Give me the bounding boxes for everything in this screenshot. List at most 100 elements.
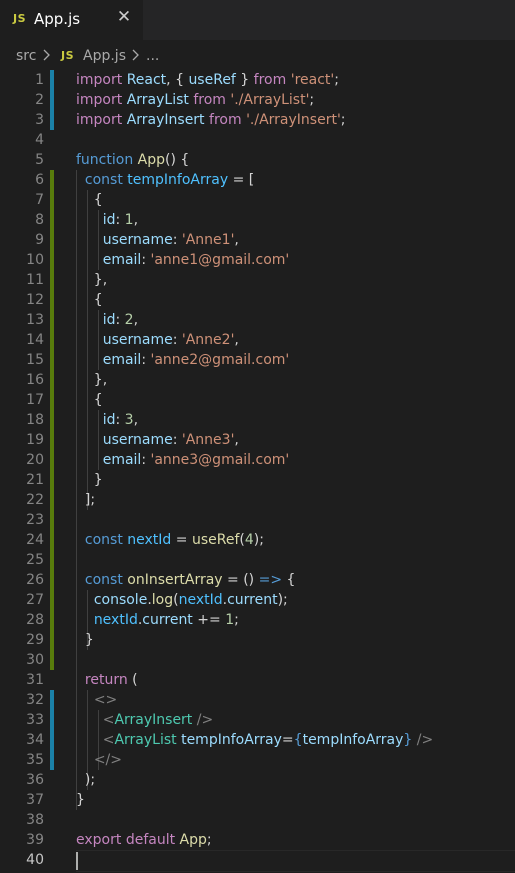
code-token: import — [76, 112, 123, 128]
code-text: return ( — [76, 670, 138, 690]
code-line[interactable]: 38 — [0, 810, 515, 830]
line-number: 14 — [26, 332, 44, 348]
code-token: console — [93, 592, 148, 608]
code-line[interactable]: 36 ); — [0, 770, 515, 790]
tab-title: App.js — [34, 10, 81, 28]
tab-app-js[interactable]: JS App.js ✕ — [0, 0, 143, 40]
code-line[interactable]: 33 <ArrayInsert /> — [0, 710, 515, 730]
code-line[interactable]: 29 } — [0, 630, 515, 650]
tab-bar: JS App.js ✕ — [0, 0, 515, 40]
code-text: username: 'Anne1', — [76, 230, 239, 250]
code-token: : — [115, 212, 125, 228]
code-line[interactable]: 18 id: 3, — [0, 410, 515, 430]
line-number: 29 — [26, 632, 44, 648]
line-number: 28 — [26, 612, 44, 628]
code-line[interactable]: 2 import ArrayList from './ArrayList'; — [0, 90, 515, 110]
code-line[interactable]: 4 — [0, 130, 515, 150]
code-token: const — [84, 532, 123, 548]
breadcrumb-file-app-js[interactable]: App.js — [83, 48, 126, 64]
code-token: username — [102, 332, 173, 348]
code-token: nextId — [93, 612, 138, 628]
code-line[interactable]: 1 import React, { useRef } from 'react'; — [0, 70, 515, 90]
code-line[interactable]: 26 const onInsertArray = () => { — [0, 570, 515, 590]
code-line[interactable]: 14 username: 'Anne2', — [0, 330, 515, 350]
line-number: 40 — [26, 852, 44, 868]
code-token: App — [179, 832, 207, 848]
code-line[interactable]: 17 { — [0, 390, 515, 410]
code-line[interactable]: 20 email: 'anne3@gmail.com' — [0, 450, 515, 470]
code-line[interactable]: 15 email: 'anne2@gmail.com' — [0, 350, 515, 370]
code-token: , — [234, 232, 239, 248]
code-token: 'anne3@gmail.com' — [150, 452, 290, 468]
breadcrumb: src JS App.js ... — [0, 40, 515, 72]
code-token: : — [115, 312, 125, 328]
code-token: return — [84, 672, 128, 688]
code-token: ; — [309, 92, 315, 108]
code-token: nextId — [178, 592, 223, 608]
code-editor[interactable]: 1 import React, { useRef } from 'react'; 2… — [0, 70, 515, 873]
code-text: console.log(nextId.current); — [76, 590, 288, 610]
code-line[interactable]: 27 console.log(nextId.current); — [0, 590, 515, 610]
code-token: useRef — [188, 72, 236, 88]
code-line[interactable]: 16 }, — [0, 370, 515, 390]
code-token: current — [142, 612, 193, 628]
code-token: , { — [166, 72, 189, 88]
breadcrumb-folder-src[interactable]: src — [16, 48, 36, 64]
code-line[interactable]: 12 { — [0, 290, 515, 310]
code-token: ( — [127, 672, 138, 688]
code-text: </> — [76, 750, 122, 770]
line-number: 38 — [26, 812, 44, 828]
code-token: default — [125, 832, 176, 848]
code-line[interactable]: 35 </> — [0, 750, 515, 770]
code-line[interactable]: 25 — [0, 550, 515, 570]
code-line[interactable]: 3 import ArrayInsert from './ArrayInsert'… — [0, 110, 515, 130]
code-line[interactable]: 34 <ArrayList tempInfoArray={tempInfoArr… — [0, 730, 515, 750]
code-token: ); — [277, 592, 288, 608]
line-number: 10 — [26, 252, 44, 268]
line-number: 11 — [26, 272, 44, 288]
code-line[interactable]: 24 const nextId = useRef(4); — [0, 530, 515, 550]
code-line[interactable]: 7 { — [0, 190, 515, 210]
code-text: username: 'Anne2', — [76, 330, 239, 350]
code-line[interactable]: 39 export default App; — [0, 830, 515, 850]
line-number: 39 — [26, 832, 44, 848]
code-line[interactable]: 37} — [0, 790, 515, 810]
code-token: onInsertArray — [127, 572, 223, 588]
code-line[interactable]: 21 } — [0, 470, 515, 490]
code-token: : — [172, 332, 182, 348]
code-token: id — [102, 212, 116, 228]
code-text: <> — [76, 690, 117, 710]
code-line[interactable]: 10 email: 'anne1@gmail.com' — [0, 250, 515, 270]
code-line[interactable]: 22 ]; — [0, 490, 515, 510]
close-icon[interactable]: ✕ — [114, 7, 134, 27]
code-line[interactable]: 31 return ( — [0, 670, 515, 690]
code-line[interactable]: 9 username: 'Anne1', — [0, 230, 515, 250]
line-number: 21 — [26, 472, 44, 488]
code-line[interactable]: 13 id: 2, — [0, 310, 515, 330]
code-line[interactable]: 19 username: 'Anne3', — [0, 430, 515, 450]
code-token: 1 — [124, 212, 134, 228]
code-token: 1 — [225, 612, 235, 628]
code-line[interactable]: 28 nextId.current += 1; — [0, 610, 515, 630]
code-line[interactable]: 8 id: 1, — [0, 210, 515, 230]
breadcrumb-symbols[interactable]: ... — [146, 48, 159, 64]
code-line[interactable]: 6 const tempInfoArray = [ — [0, 170, 515, 190]
code-line[interactable]: 23 — [0, 510, 515, 530]
code-token: { — [293, 732, 303, 748]
code-token: username — [102, 432, 173, 448]
line-number: 3 — [35, 112, 44, 128]
code-line[interactable]: 30 — [0, 650, 515, 670]
line-number: 8 — [35, 212, 44, 228]
code-line[interactable]: 11 }, — [0, 270, 515, 290]
code-line[interactable]: 32 <> — [0, 690, 515, 710]
code-text: { — [76, 390, 103, 410]
code-line[interactable]: 5 function App() { — [0, 150, 515, 170]
line-number: 25 — [26, 552, 44, 568]
code-line[interactable]: 40 — [0, 850, 515, 870]
